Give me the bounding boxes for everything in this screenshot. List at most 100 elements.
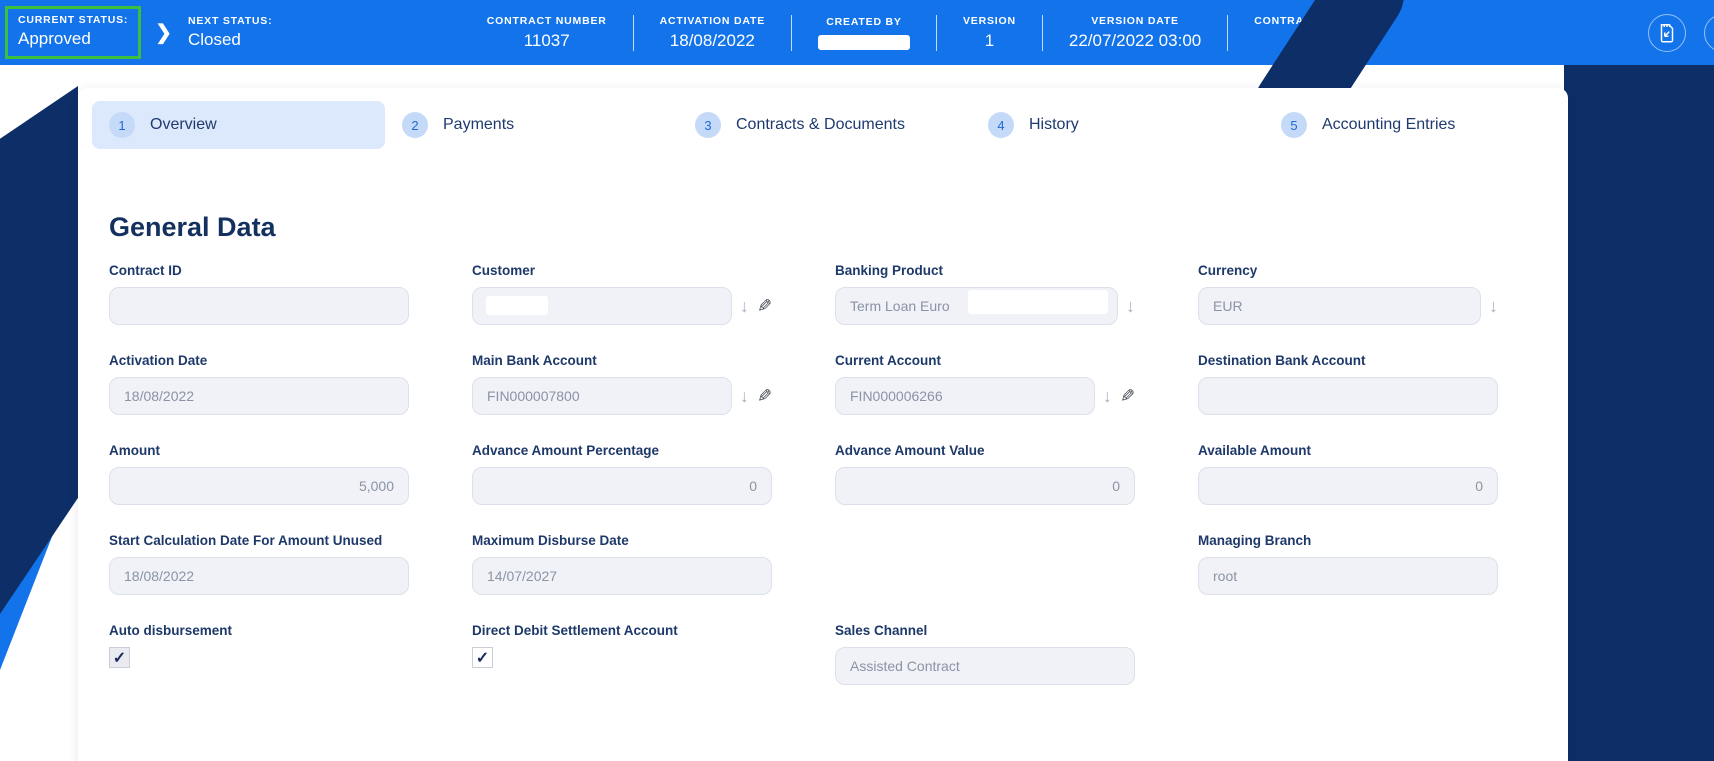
contract-id-input[interactable] — [109, 287, 409, 325]
stat-label: ACTIVATION DATE — [660, 15, 765, 27]
currency-dropdown-icon[interactable]: ↓ — [1489, 297, 1498, 315]
tab-number-badge: 2 — [402, 112, 428, 138]
document-refresh-button[interactable] — [1704, 14, 1714, 52]
advance-amount-value-input[interactable] — [835, 467, 1135, 505]
customer-edit-icon[interactable]: ✎ — [757, 297, 772, 315]
next-status-value: Closed — [188, 30, 272, 50]
current-account-input[interactable] — [835, 377, 1095, 415]
auto-disbursement-checkbox[interactable]: ✓ — [109, 647, 130, 668]
direct-debit-settlement-checkbox[interactable]: ✓ — [472, 647, 493, 668]
sales-channel-input[interactable] — [835, 647, 1135, 685]
field-banking-product: Banking Product ↓ — [835, 263, 1135, 325]
stat-value: 22/07/2022 03:00 — [1069, 31, 1201, 51]
field-label: Start Calculation Date For Amount Unused — [109, 533, 409, 548]
current-account-dropdown-icon[interactable]: ↓ — [1103, 387, 1112, 405]
field-maximum-disburse-date: Maximum Disburse Date — [472, 533, 772, 595]
stat-value: 11037 — [524, 31, 570, 51]
current-account-edit-icon[interactable]: ✎ — [1120, 387, 1135, 405]
tab-number-badge: 1 — [109, 112, 135, 138]
tab-overview[interactable]: 1 Overview — [92, 101, 385, 149]
amount-input[interactable] — [109, 467, 409, 505]
status-header-bar: CURRENT STATUS: Approved ❯ NEXT STATUS: … — [0, 0, 1714, 65]
empty-grid-cell — [835, 533, 1135, 595]
field-label: Main Bank Account — [472, 353, 772, 368]
tab-label: Payments — [443, 116, 514, 134]
banking-product-dropdown-icon[interactable]: ↓ — [1126, 297, 1135, 315]
general-data-form: Contract ID Customer ↓ ✎ Banking Product — [109, 263, 1568, 685]
tab-accounting-entries[interactable]: 5 Accounting Entries — [1264, 101, 1557, 149]
field-managing-branch: Managing Branch — [1198, 533, 1498, 595]
field-start-calculation-date: Start Calculation Date For Amount Unused — [109, 533, 409, 595]
main-bank-account-input[interactable] — [472, 377, 732, 415]
field-advance-amount-percentage: Advance Amount Percentage — [472, 443, 772, 505]
right-navy-band — [1564, 50, 1714, 761]
stat-version: VERSION 1 — [937, 15, 1043, 51]
contract-detail-card: 1 Overview 2 Payments 3 Contracts & Docu… — [78, 88, 1568, 761]
left-navy-ribbon — [0, 86, 78, 614]
field-currency: Currency ↓ — [1198, 263, 1498, 325]
checkmark-icon: ✓ — [476, 648, 489, 668]
field-label: Auto disbursement — [109, 623, 409, 638]
stat-activation-date: ACTIVATION DATE 18/08/2022 — [634, 15, 792, 51]
stat-contract-number: CONTRACT NUMBER 11037 — [461, 15, 634, 51]
field-label: Advance Amount Percentage — [472, 443, 772, 458]
field-label: Contract ID — [109, 263, 409, 278]
tab-label: Contracts & Documents — [736, 116, 905, 134]
redacted-created-by-value — [818, 35, 910, 50]
maximum-disburse-date-input[interactable] — [472, 557, 772, 595]
field-label: Advance Amount Value — [835, 443, 1135, 458]
field-label: Amount — [109, 443, 409, 458]
tab-label: Accounting Entries — [1322, 116, 1455, 134]
field-label: Destination Bank Account — [1198, 353, 1498, 368]
field-sales-channel: Sales Channel — [835, 623, 1135, 685]
field-activation-date: Activation Date — [109, 353, 409, 415]
redacted-customer-value — [486, 296, 548, 315]
tab-bar: 1 Overview 2 Payments 3 Contracts & Docu… — [92, 101, 1568, 149]
tab-payments[interactable]: 2 Payments — [385, 101, 678, 149]
currency-input[interactable] — [1198, 287, 1481, 325]
checkmark-icon: ✓ — [113, 648, 126, 668]
available-amount-input[interactable] — [1198, 467, 1498, 505]
stat-value: 18/08/2022 — [670, 31, 755, 51]
field-label: Banking Product — [835, 263, 1135, 278]
activation-date-input[interactable] — [109, 377, 409, 415]
stat-value: 1 — [985, 31, 994, 51]
destination-bank-account-input[interactable] — [1198, 377, 1498, 415]
managing-branch-input[interactable] — [1198, 557, 1498, 595]
field-customer: Customer ↓ ✎ — [472, 263, 772, 325]
tab-contracts-documents[interactable]: 3 Contracts & Documents — [678, 101, 971, 149]
customer-dropdown-icon[interactable]: ↓ — [740, 297, 749, 315]
start-calculation-date-input[interactable] — [109, 557, 409, 595]
field-label: Sales Channel — [835, 623, 1135, 638]
stat-label: VERSION DATE — [1091, 15, 1179, 27]
status-chevron-icon: ❯ — [155, 20, 172, 45]
contract-stats: CONTRACT NUMBER 11037 ACTIVATION DATE 18… — [461, 15, 1414, 51]
field-label: Available Amount — [1198, 443, 1498, 458]
tab-label: Overview — [150, 116, 217, 134]
field-label: Managing Branch — [1198, 533, 1498, 548]
main-bank-account-edit-icon[interactable]: ✎ — [757, 387, 772, 405]
tab-number-badge: 3 — [695, 112, 721, 138]
section-title: General Data — [109, 212, 1568, 243]
field-direct-debit-settlement-account: Direct Debit Settlement Account ✓ — [472, 623, 772, 685]
field-label: Currency — [1198, 263, 1498, 278]
main-bank-account-dropdown-icon[interactable]: ↓ — [740, 387, 749, 405]
stat-label: VERSION — [963, 15, 1016, 27]
document-export-button[interactable] — [1648, 14, 1686, 52]
field-label: Maximum Disburse Date — [472, 533, 772, 548]
advance-amount-percentage-input[interactable] — [472, 467, 772, 505]
document-export-icon — [1656, 22, 1678, 44]
tab-number-badge: 5 — [1281, 112, 1307, 138]
field-advance-amount-value: Advance Amount Value — [835, 443, 1135, 505]
field-amount: Amount — [109, 443, 409, 505]
field-available-amount: Available Amount — [1198, 443, 1498, 505]
stat-label: CREATED BY — [826, 16, 901, 28]
redacted-banking-product-value — [968, 290, 1108, 314]
tab-history[interactable]: 4 History — [971, 101, 1264, 149]
next-status-label: NEXT STATUS: — [188, 15, 272, 27]
next-status-box: NEXT STATUS: Closed — [188, 15, 272, 50]
stat-version-date: VERSION DATE 22/07/2022 03:00 — [1043, 15, 1228, 51]
tab-label: History — [1029, 116, 1079, 134]
current-status-label: CURRENT STATUS: — [18, 14, 128, 26]
field-current-account: Current Account ↓ ✎ — [835, 353, 1135, 415]
